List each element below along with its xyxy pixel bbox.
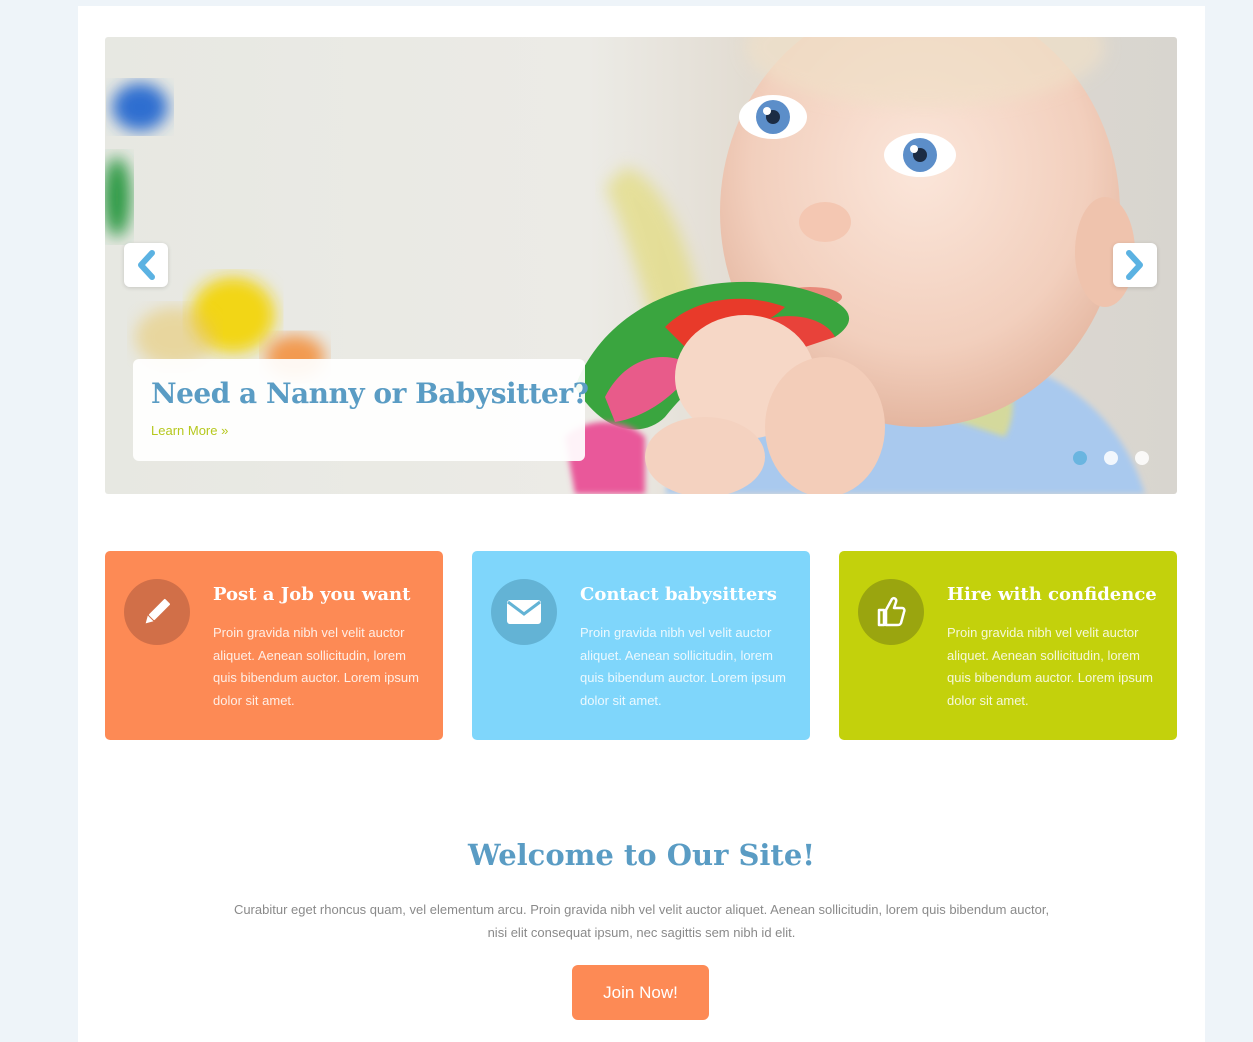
feature-text: Proin gravida nibh vel velit auctor aliq… bbox=[580, 625, 786, 708]
feature-title: Hire with confidence bbox=[947, 584, 1157, 605]
slide-caption: Need a Nanny or Babysitter? Learn More » bbox=[133, 359, 589, 461]
feature-hire-confidence[interactable]: Hire with confidence Proin gravida nibh … bbox=[839, 551, 1177, 740]
feature-icon-circle bbox=[858, 579, 924, 645]
feature-text: Proin gravida nibh vel velit auctor aliq… bbox=[213, 625, 419, 708]
welcome-paragraph: Curabitur eget rhoncus quam, vel element… bbox=[233, 902, 1050, 940]
feature-icon-circle bbox=[124, 579, 190, 645]
pencil-icon bbox=[145, 598, 171, 624]
slider-pagination bbox=[1073, 451, 1149, 465]
page-container: Need a Nanny or Babysitter? Learn More »… bbox=[78, 6, 1205, 1042]
feature-title: Contact babysitters bbox=[580, 584, 777, 605]
feature-title: Post a Job you want bbox=[213, 584, 411, 605]
chevron-right-icon bbox=[1126, 250, 1143, 280]
feature-text: Proin gravida nibh vel velit auctor aliq… bbox=[947, 625, 1153, 708]
learn-more-link[interactable]: Learn More » bbox=[151, 423, 228, 438]
slider-next-button[interactable] bbox=[1113, 243, 1157, 287]
feature-icon-circle bbox=[491, 579, 557, 645]
thumbs-up-icon bbox=[877, 596, 906, 627]
envelope-icon bbox=[507, 600, 541, 624]
chevron-left-icon bbox=[138, 250, 155, 280]
slider-prev-button[interactable] bbox=[124, 243, 168, 287]
feature-post-job[interactable]: Post a Job you want Proin gravida nibh v… bbox=[105, 551, 443, 740]
slider-dot-3[interactable] bbox=[1135, 451, 1149, 465]
slider-dot-2[interactable] bbox=[1104, 451, 1118, 465]
slide-caption-title: Need a Nanny or Babysitter? bbox=[151, 377, 589, 410]
feature-contact-babysitters[interactable]: Contact babysitters Proin gravida nibh v… bbox=[472, 551, 810, 740]
hero-slider: Need a Nanny or Babysitter? Learn More » bbox=[105, 37, 1177, 494]
welcome-heading: Welcome to Our Site! bbox=[468, 838, 815, 872]
slider-dot-1[interactable] bbox=[1073, 451, 1087, 465]
join-now-button[interactable]: Join Now! bbox=[572, 965, 709, 1020]
